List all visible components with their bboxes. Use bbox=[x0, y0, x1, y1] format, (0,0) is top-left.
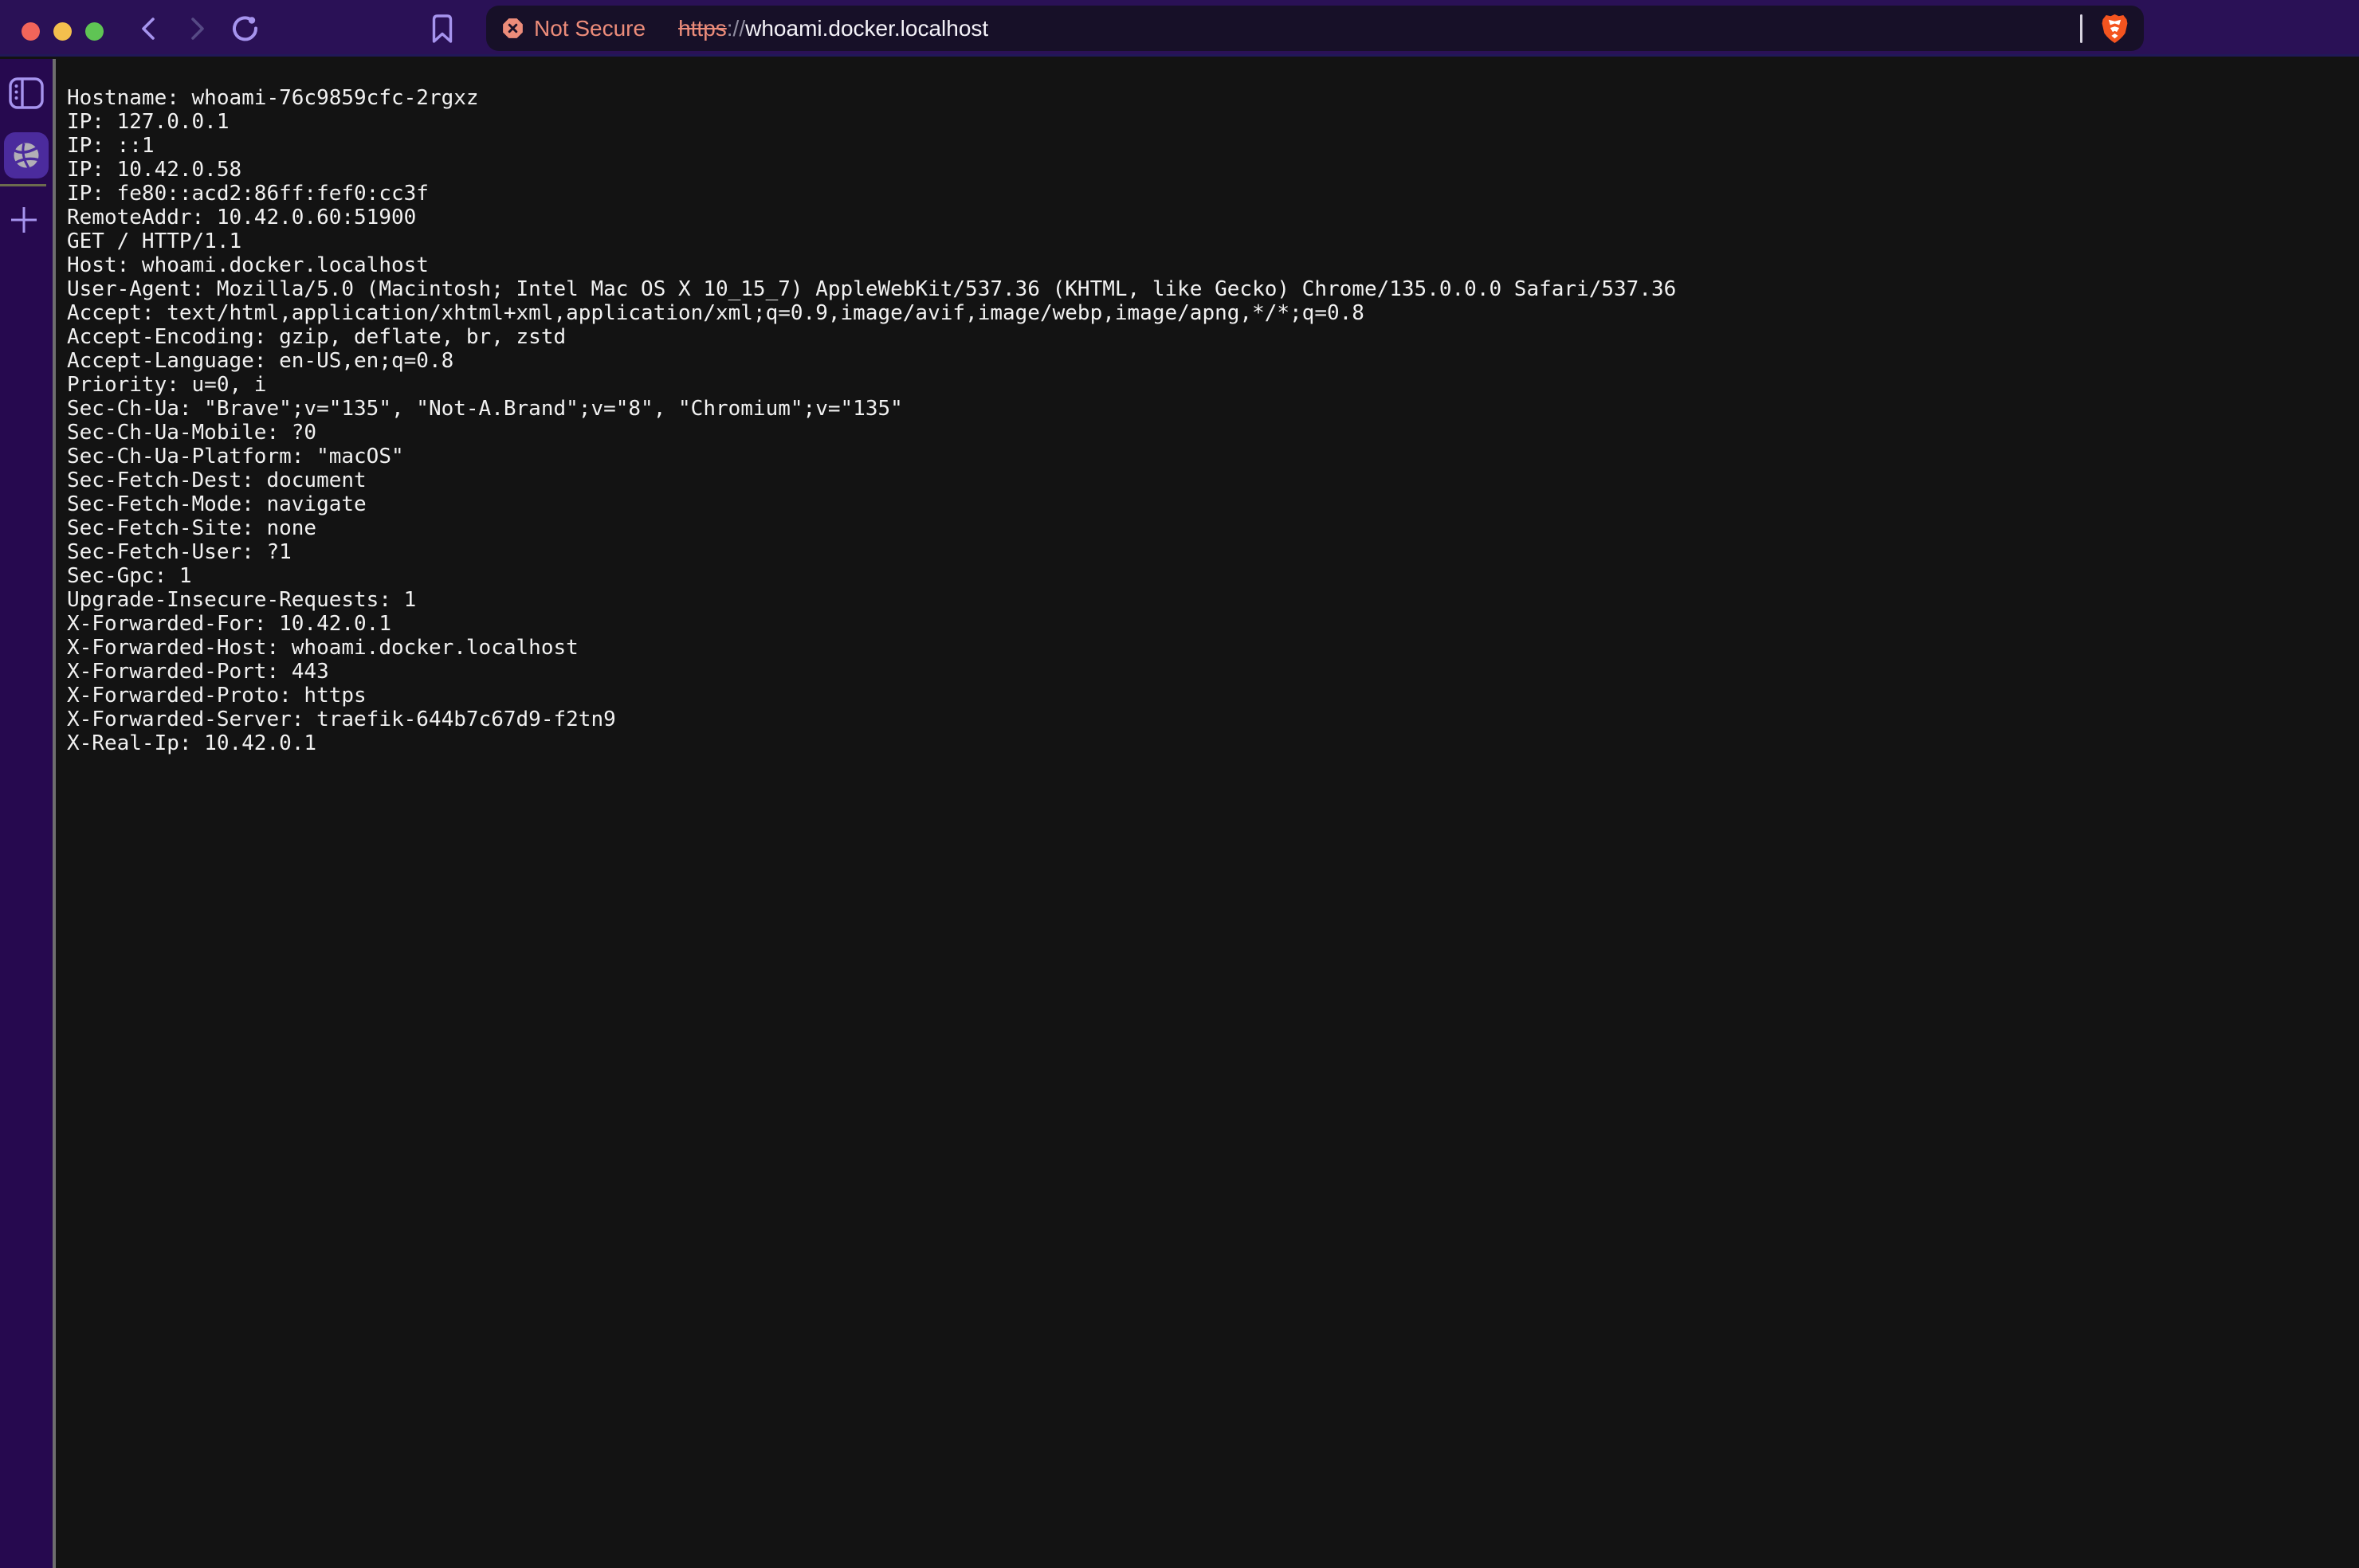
output-line: X-Real-Ip: 10.42.0.1 bbox=[67, 731, 2359, 755]
brave-lion-shield-icon bbox=[2102, 14, 2128, 44]
output-line: Sec-Ch-Ua: "Brave";v="135", "Not-A.Brand… bbox=[67, 397, 2359, 421]
output-line: Sec-Gpc: 1 bbox=[67, 564, 2359, 588]
active-tab-whoami[interactable] bbox=[4, 132, 49, 178]
bookmark-button[interactable] bbox=[425, 0, 460, 57]
globe-icon bbox=[12, 141, 41, 170]
output-line: X-Forwarded-For: 10.42.0.1 bbox=[67, 612, 2359, 636]
minimize-window-button[interactable] bbox=[53, 22, 72, 41]
sidebar-toggle-button[interactable] bbox=[8, 76, 45, 110]
output-line: Sec-Fetch-Site: none bbox=[67, 516, 2359, 540]
output-line: Accept-Language: en-US,en;q=0.8 bbox=[67, 349, 2359, 373]
url-scheme: https bbox=[678, 16, 727, 41]
url-host: whoami.docker.localhost bbox=[745, 16, 988, 41]
output-line: Sec-Ch-Ua-Mobile: ?0 bbox=[67, 421, 2359, 445]
not-secure-octagon-icon bbox=[502, 18, 524, 39]
address-bar[interactable]: Not Secure https://whoami.docker.localho… bbox=[486, 6, 2144, 51]
output-line: Sec-Fetch-Mode: navigate bbox=[67, 492, 2359, 516]
output-line: IP: 10.42.0.58 bbox=[67, 158, 2359, 182]
chevron-right-icon bbox=[185, 15, 209, 42]
output-line: RemoteAddr: 10.42.0.60:51900 bbox=[67, 206, 2359, 229]
addressbar-divider bbox=[2080, 14, 2082, 43]
site-security-chip[interactable]: Not Secure bbox=[502, 18, 646, 40]
bookmark-icon bbox=[430, 13, 454, 45]
output-line: X-Forwarded-Proto: https bbox=[67, 684, 2359, 708]
close-window-button[interactable] bbox=[22, 22, 40, 41]
output-line: Upgrade-Insecure-Requests: 1 bbox=[67, 588, 2359, 612]
output-line: Sec-Ch-Ua-Platform: "macOS" bbox=[67, 445, 2359, 468]
output-line: Sec-Fetch-Dest: document bbox=[67, 468, 2359, 492]
url-text: https://whoami.docker.localhost bbox=[678, 18, 988, 40]
output-line: GET / HTTP/1.1 bbox=[67, 229, 2359, 253]
output-line: Priority: u=0, i bbox=[67, 373, 2359, 397]
output-line: Hostname: whoami-76c9859cfc-2rgxz bbox=[67, 86, 2359, 110]
not-secure-label: Not Secure bbox=[534, 18, 646, 40]
vertical-tabs-sidebar bbox=[0, 59, 53, 1568]
plus-icon bbox=[8, 204, 40, 236]
output-line: Accept: text/html,application/xhtml+xml,… bbox=[67, 301, 2359, 325]
whoami-output: Hostname: whoami-76c9859cfc-2rgxzIP: 127… bbox=[56, 59, 2359, 755]
sidebar-panel-icon bbox=[9, 77, 44, 109]
reload-icon bbox=[230, 13, 261, 45]
output-line: IP: ::1 bbox=[67, 134, 2359, 158]
output-line: Host: whoami.docker.localhost bbox=[67, 253, 2359, 277]
output-line: User-Agent: Mozilla/5.0 (Macintosh; Inte… bbox=[67, 277, 2359, 301]
reload-button[interactable] bbox=[228, 0, 263, 57]
new-tab-button[interactable] bbox=[6, 202, 41, 237]
brave-shields-button[interactable] bbox=[2102, 14, 2128, 44]
back-button[interactable] bbox=[131, 0, 167, 57]
browser-toolbar: Not Secure https://whoami.docker.localho… bbox=[0, 0, 2359, 57]
output-line: X-Forwarded-Server: traefik-644b7c67d9-f… bbox=[67, 708, 2359, 731]
web-content-area: Hostname: whoami-76c9859cfc-2rgxzIP: 127… bbox=[56, 59, 2359, 1568]
output-line: X-Forwarded-Host: whoami.docker.localhos… bbox=[67, 636, 2359, 660]
forward-button[interactable] bbox=[179, 0, 214, 57]
output-line: IP: fe80::acd2:86ff:fef0:cc3f bbox=[67, 182, 2359, 206]
url-scheme-separator: :// bbox=[727, 16, 745, 41]
output-line: Accept-Encoding: gzip, deflate, br, zstd bbox=[67, 325, 2359, 349]
fullscreen-window-button[interactable] bbox=[85, 22, 104, 41]
tab-section-divider bbox=[0, 184, 46, 186]
chevron-left-icon bbox=[137, 15, 161, 42]
output-line: Sec-Fetch-User: ?1 bbox=[67, 540, 2359, 564]
output-line: IP: 127.0.0.1 bbox=[67, 110, 2359, 134]
output-line: X-Forwarded-Port: 443 bbox=[67, 660, 2359, 684]
